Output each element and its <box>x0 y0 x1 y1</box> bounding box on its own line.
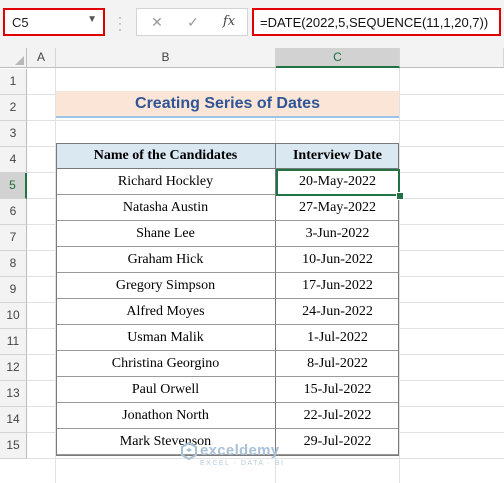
row-header-7[interactable]: 7 <box>0 225 27 251</box>
row-header-11[interactable]: 11 <box>0 329 27 355</box>
row-header-2[interactable]: 2 <box>0 95 27 121</box>
insert-function-icon[interactable]: fx <box>217 12 241 32</box>
formula-bar: C5 ▼ · · · ✕ ✓ fx =DATE(2022,5,SEQUENCE(11… <box>0 0 504 48</box>
table-cell-name[interactable]: Alfred Moyes <box>56 299 276 325</box>
watermark-name: exceldemy <box>200 442 280 459</box>
table-cell-date[interactable]: 8-Jul-2022 <box>276 351 399 377</box>
select-all-icon <box>15 56 24 65</box>
formula-input[interactable]: =DATE(2022,5,SEQUENCE(11,1,20,7)) <box>252 8 501 36</box>
table-cell-name[interactable]: Paul Orwell <box>56 377 276 403</box>
column-header-empty[interactable] <box>400 48 504 68</box>
row-header-9[interactable]: 9 <box>0 277 27 303</box>
table-cell-name[interactable]: Richard Hockley <box>56 169 276 195</box>
name-box-value: C5 <box>12 15 29 30</box>
header-interview-date[interactable]: Interview Date <box>276 143 399 169</box>
table-cell-date[interactable]: 1-Jul-2022 <box>276 325 399 351</box>
select-all-button[interactable] <box>0 48 27 68</box>
column-header-a[interactable]: A <box>27 48 56 68</box>
cancel-icon[interactable]: ✕ <box>145 12 169 32</box>
table-cell-name[interactable]: Jonathon North <box>56 403 276 429</box>
grid-line <box>27 120 504 121</box>
row-header-4[interactable]: 4 <box>0 147 27 173</box>
table-cell-date[interactable]: 10-Jun-2022 <box>276 247 399 273</box>
table-cell-date[interactable]: 27-May-2022 <box>276 195 399 221</box>
exceldemy-watermark: exceldemy EXCEL · DATA · BI <box>180 440 340 476</box>
fill-handle[interactable] <box>396 192 404 200</box>
row-header-10[interactable]: 10 <box>0 303 27 329</box>
row-header-15[interactable]: 15 <box>0 433 27 459</box>
row-header-3[interactable]: 3 <box>0 121 27 147</box>
table-cell-date[interactable]: 24-Jun-2022 <box>276 299 399 325</box>
table-cell-date[interactable]: 17-Jun-2022 <box>276 273 399 299</box>
row-header-12[interactable]: 12 <box>0 355 27 381</box>
table-cell-name[interactable]: Graham Hick <box>56 247 276 273</box>
row-header-8[interactable]: 8 <box>0 251 27 277</box>
exceldemy-logo-icon <box>181 442 197 460</box>
table-cell-date[interactable]: 20-May-2022 <box>276 169 399 195</box>
enter-icon[interactable]: ✓ <box>181 12 205 32</box>
table-cell-name[interactable]: Shane Lee <box>56 221 276 247</box>
table-cell-date[interactable]: 22-Jul-2022 <box>276 403 399 429</box>
sheet-title[interactable]: Creating Series of Dates <box>56 91 399 118</box>
table-cell-date[interactable]: 15-Jul-2022 <box>276 377 399 403</box>
table-cell-date[interactable]: 3-Jun-2022 <box>276 221 399 247</box>
table-cell-name[interactable]: Christina Georgino <box>56 351 276 377</box>
column-header-b[interactable]: B <box>56 48 276 68</box>
chevron-down-icon[interactable]: ▼ <box>87 14 97 25</box>
drag-handle-icon[interactable]: · · · <box>117 11 123 35</box>
header-name-of-candidates[interactable]: Name of the Candidates <box>56 143 276 169</box>
row-header-5[interactable]: 5 <box>0 173 27 199</box>
table-cell-name[interactable]: Usman Malik <box>56 325 276 351</box>
formula-buttons: ✕ ✓ fx <box>136 8 248 36</box>
name-box[interactable]: C5 ▼ <box>3 8 105 36</box>
table-cell-name[interactable]: Gregory Simpson <box>56 273 276 299</box>
row-header-14[interactable]: 14 <box>0 407 27 433</box>
table-cell-name[interactable]: Natasha Austin <box>56 195 276 221</box>
formula-text: =DATE(2022,5,SEQUENCE(11,1,20,7)) <box>260 15 489 30</box>
column-header-c[interactable]: C <box>276 48 400 68</box>
row-header-6[interactable]: 6 <box>0 199 27 225</box>
row-header-13[interactable]: 13 <box>0 381 27 407</box>
row-header-1[interactable]: 1 <box>0 69 27 95</box>
watermark-tagline: EXCEL · DATA · BI <box>200 460 285 467</box>
